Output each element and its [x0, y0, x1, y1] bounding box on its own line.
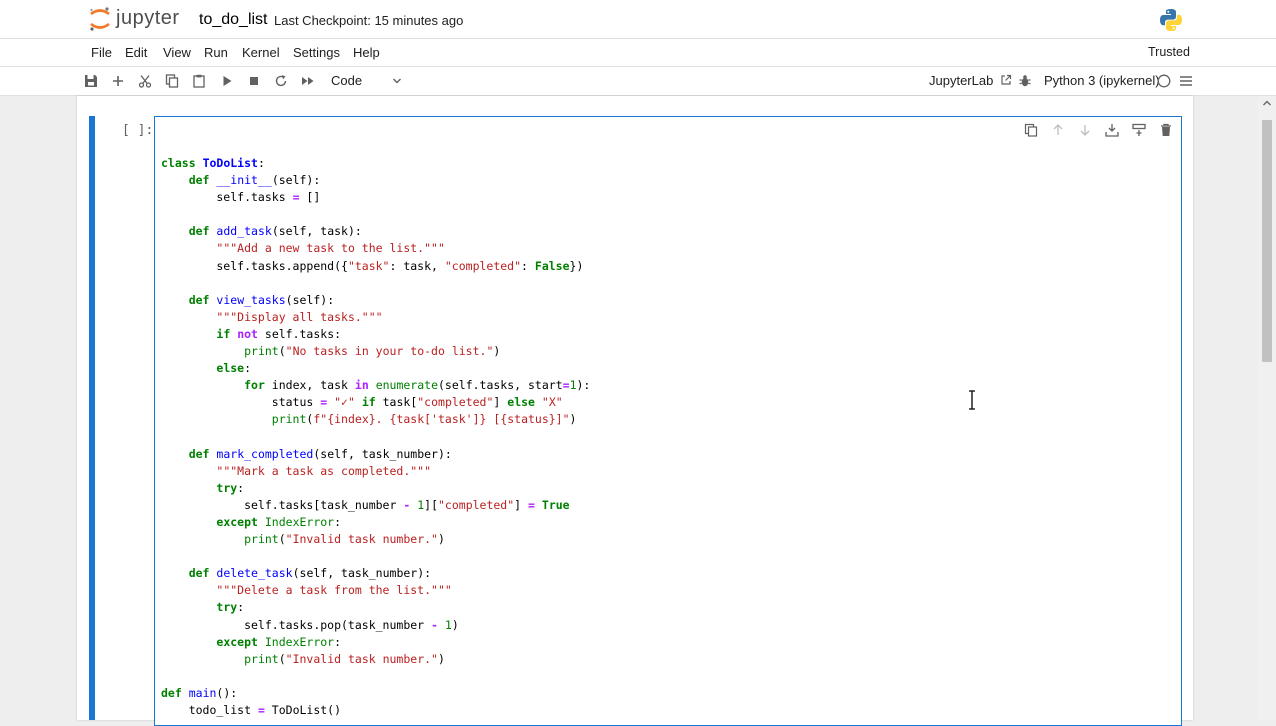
paste-icon[interactable]	[192, 74, 206, 88]
menu-bar: File Edit View Run Kernel Settings Help …	[0, 38, 1276, 67]
move-up-icon[interactable]	[1051, 123, 1065, 137]
menu-view[interactable]: View	[162, 45, 192, 60]
jupyter-brand[interactable]: jupyter	[116, 7, 180, 30]
input-prompt: [ ]:	[122, 123, 154, 138]
python-logo-icon	[1160, 9, 1182, 31]
text-cursor-icon	[969, 390, 975, 410]
vertical-scrollbar[interactable]	[1258, 96, 1276, 720]
insert-below-icon[interactable]	[1105, 123, 1119, 137]
duplicate-icon[interactable]	[1024, 123, 1038, 137]
code-content[interactable]: class ToDoList: def __init__(self): self…	[161, 155, 590, 719]
menu-help[interactable]: Help	[352, 45, 381, 60]
cell-type-select[interactable]: Code	[331, 73, 362, 88]
menu-edit[interactable]: Edit	[124, 45, 148, 60]
menu-file[interactable]: File	[90, 45, 113, 60]
jupyterlab-label: JupyterLab	[929, 73, 994, 88]
last-checkpoint: Last Checkpoint: 15 minutes ago	[274, 13, 464, 28]
menu-run[interactable]: Run	[203, 45, 229, 60]
delete-icon[interactable]	[1159, 123, 1173, 137]
kernel-name[interactable]: Python 3 (ipykernel)	[1044, 73, 1160, 88]
cut-icon[interactable]	[138, 74, 152, 88]
open-jupyterlab-link[interactable]: JupyterLab	[929, 73, 1012, 88]
stop-icon[interactable]	[247, 74, 261, 88]
restart-icon[interactable]	[274, 74, 288, 88]
run-icon[interactable]	[220, 74, 234, 88]
menu-settings[interactable]: Settings	[292, 45, 341, 60]
cell-collapser[interactable]	[89, 116, 95, 720]
external-link-icon	[1001, 74, 1012, 85]
bug-debugger-icon[interactable]	[1018, 74, 1032, 88]
fast-forward-icon[interactable]	[301, 74, 315, 88]
copy-icon[interactable]	[165, 74, 179, 88]
jupyter-logo-icon[interactable]	[88, 6, 112, 32]
trusted-indicator[interactable]: Trusted	[1148, 45, 1190, 59]
scrollbar-thumb[interactable]	[1262, 120, 1272, 362]
menu-kernel[interactable]: Kernel	[241, 45, 281, 60]
notebook-title[interactable]: to_do_list	[199, 11, 268, 29]
chevron-down-icon[interactable]	[392, 76, 402, 86]
scroll-up-arrow-icon[interactable]	[1262, 98, 1272, 108]
menu-hamburger-icon[interactable]	[1179, 74, 1193, 88]
save-icon[interactable]	[84, 74, 98, 88]
kernel-status-icon	[1157, 74, 1171, 88]
notebook-toolbar: Code JupyterLab Python 3 (ipykernel)	[0, 67, 1276, 96]
top-header: jupyter to_do_list Last Checkpoint: 15 m…	[0, 0, 1276, 38]
insert-above-icon[interactable]	[1132, 123, 1146, 137]
add-cell-icon[interactable]	[111, 74, 125, 88]
move-down-icon[interactable]	[1078, 123, 1092, 137]
